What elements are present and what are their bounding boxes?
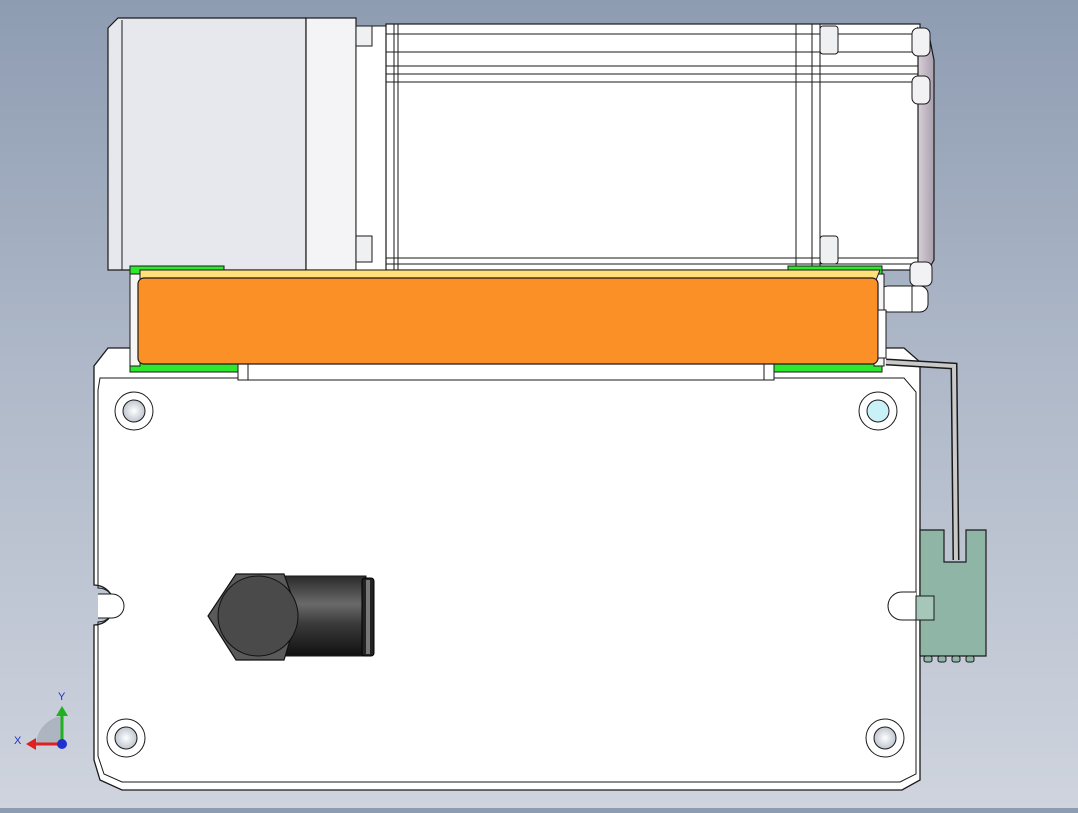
motor-endcap: [917, 26, 935, 277]
motor-bolt-top: [819, 25, 839, 55]
reference-triad: X Y: [14, 691, 68, 750]
base-plate[interactable]: [93, 347, 921, 791]
side-slot-left: [98, 593, 125, 619]
cad-viewport[interactable]: X Y: [0, 0, 1078, 808]
model-view[interactable]: X Y: [0, 0, 1078, 808]
motor-body: [385, 23, 921, 271]
adapter-bolt-bottom: [355, 235, 373, 263]
connector-pins: [923, 655, 975, 663]
belt-cover-body: [137, 277, 879, 365]
mount-hole-top-left: [114, 391, 154, 431]
mount-hole-top-right: [858, 391, 898, 431]
triad-y-label: Y: [58, 691, 66, 703]
side-slot-right: [887, 591, 916, 621]
pneumatic-fitting[interactable]: [207, 573, 375, 661]
mount-hole-bottom-right: [865, 718, 905, 758]
belt-cover[interactable]: [129, 265, 887, 373]
connector-block[interactable]: [915, 529, 987, 663]
triad-plane: [36, 716, 62, 744]
adapter-bolt-top: [355, 25, 373, 47]
motor-flange: [107, 17, 307, 271]
motor-adapter: [305, 17, 357, 271]
motor-bolt-bottom: [819, 235, 839, 265]
triad-z-axis: [57, 739, 67, 749]
mount-hole-bottom-left: [106, 718, 146, 758]
base-plate-outline: [93, 347, 921, 791]
triad-x-label: X: [14, 735, 22, 747]
fitting-nut: [217, 575, 299, 657]
shaft-stub: [879, 285, 929, 313]
